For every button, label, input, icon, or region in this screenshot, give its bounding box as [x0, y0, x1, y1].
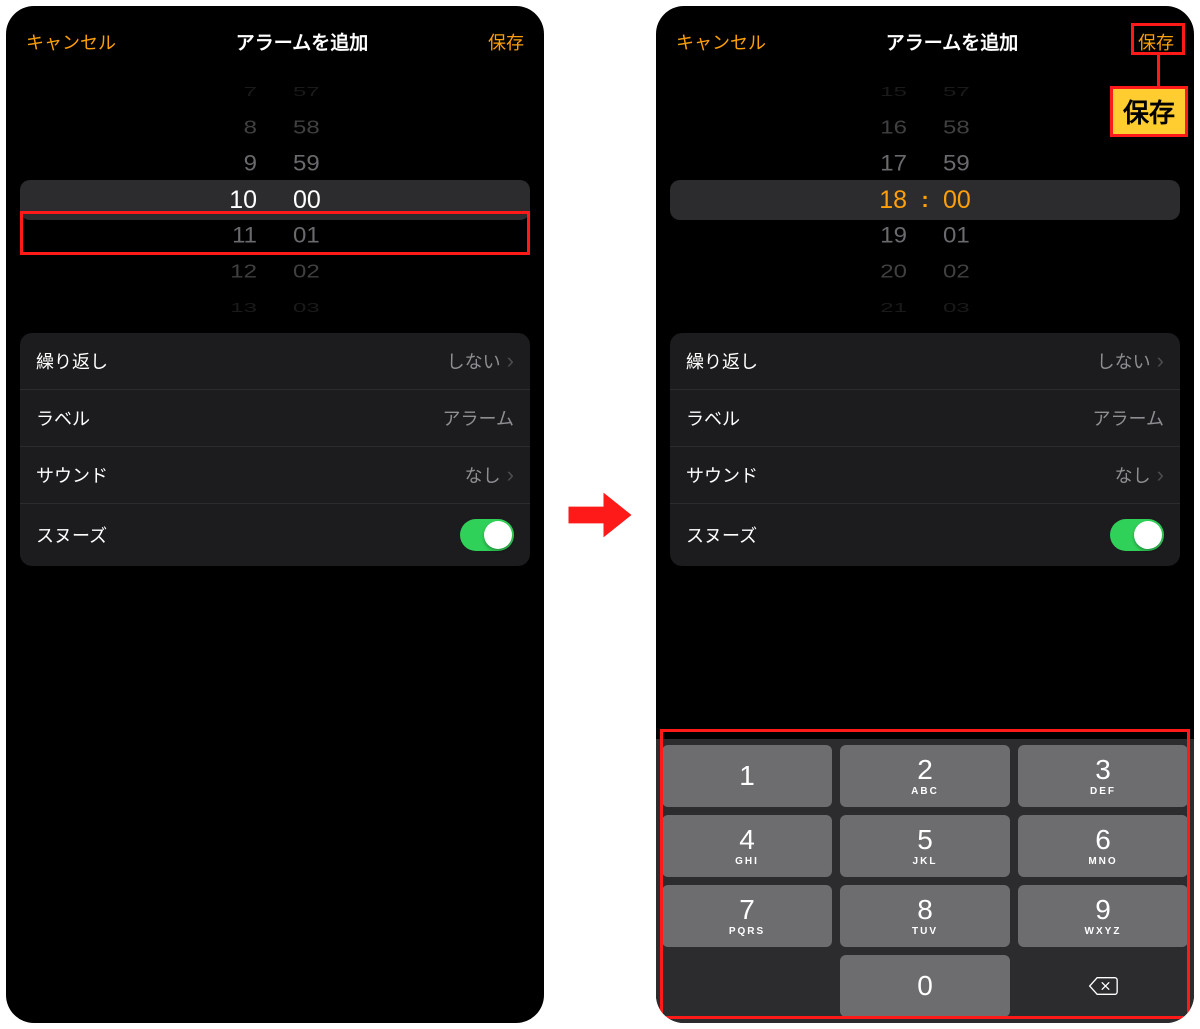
nav-bar: キャンセル アラームを追加 保存 [656, 6, 1194, 73]
label: 繰り返し [686, 348, 758, 374]
letters: MNO [1088, 856, 1117, 867]
letters: PQRS [729, 926, 765, 937]
letters: DEF [1090, 786, 1116, 797]
row-snooze: スヌーズ [670, 504, 1180, 566]
page-title: アラームを追加 [886, 28, 1018, 55]
key-blank [662, 955, 832, 1017]
row-label[interactable]: ラベル アラーム [20, 390, 530, 447]
row-sound[interactable]: サウンド なし › [20, 447, 530, 504]
backspace-icon [1088, 975, 1118, 997]
row-repeat[interactable]: 繰り返し しない › [670, 333, 1180, 390]
row-snooze: スヌーズ [20, 504, 530, 566]
value: なし [1115, 462, 1151, 488]
digit: 8 [917, 896, 933, 924]
letters: WXYZ [1085, 926, 1122, 937]
settings-list: 繰り返し しない › ラベル アラーム サウンド なし › スヌーズ [20, 333, 530, 566]
value: なし [465, 462, 501, 488]
transition-arrow [550, 0, 650, 1029]
row-label[interactable]: ラベル アラーム [670, 390, 1180, 447]
digit: 9 [1095, 896, 1111, 924]
label: スヌーズ [686, 522, 757, 548]
hour-wheel[interactable]: 15 16 17 18 19 20 21 [837, 81, 925, 319]
digit: 0 [917, 972, 933, 1000]
letters: ABC [911, 786, 939, 797]
key-8[interactable]: 8 TUV [840, 885, 1010, 947]
label: サウンド [36, 462, 108, 488]
key-6[interactable]: 6 MNO [1018, 815, 1188, 877]
chevron-right-icon: › [1157, 464, 1164, 486]
value: しない [1097, 348, 1151, 374]
cancel-button[interactable]: キャンセル [26, 29, 116, 55]
letters: TUV [912, 926, 938, 937]
value: アラーム [443, 405, 514, 431]
save-button[interactable]: 保存 [1138, 29, 1174, 55]
key-9[interactable]: 9 WXYZ [1018, 885, 1188, 947]
key-0[interactable]: 0 [840, 955, 1010, 1017]
label: ラベル [686, 405, 740, 431]
chevron-right-icon: › [507, 464, 514, 486]
page-title: アラームを追加 [236, 28, 368, 55]
key-1[interactable]: 1 [662, 745, 832, 807]
row-sound[interactable]: サウンド なし › [670, 447, 1180, 504]
digit: 6 [1095, 826, 1111, 854]
numeric-keypad: 1 2 ABC 3 DEF 4 GHI 5 JKL 6 MNO 7 PQRS 8 TUV 9 WXYZ 0 [656, 739, 1194, 1023]
time-colon: : [915, 182, 935, 218]
digit: 3 [1095, 756, 1111, 784]
digit: 1 [739, 762, 755, 790]
value: しない [447, 348, 501, 374]
chevron-right-icon: › [507, 350, 514, 372]
snooze-toggle[interactable] [460, 519, 514, 551]
backspace-key[interactable] [1018, 955, 1188, 1017]
cancel-button[interactable]: キャンセル [676, 29, 766, 55]
letters: JKL [913, 856, 938, 867]
annotation-connector [1157, 55, 1160, 89]
digit: 2 [917, 756, 933, 784]
phone-panel-left: キャンセル アラームを追加 保存 7 8 9 10 11 12 13 57 58… [6, 6, 544, 1023]
nav-bar: キャンセル アラームを追加 保存 [6, 6, 544, 73]
key-4[interactable]: 4 GHI [662, 815, 832, 877]
snooze-toggle[interactable] [1110, 519, 1164, 551]
arrow-right-icon [565, 480, 635, 550]
settings-list: 繰り返し しない › ラベル アラーム サウンド なし › スヌーズ [670, 333, 1180, 566]
label: スヌーズ [36, 522, 107, 548]
key-2[interactable]: 2 ABC [840, 745, 1010, 807]
digit: 4 [739, 826, 755, 854]
annotation-callout-save: 保存 [1110, 86, 1188, 137]
letters: GHI [735, 856, 759, 867]
hour-wheel[interactable]: 7 8 9 10 11 12 13 [187, 81, 275, 319]
chevron-right-icon: › [1157, 350, 1164, 372]
value: アラーム [1093, 405, 1164, 431]
row-repeat[interactable]: 繰り返し しない › [20, 333, 530, 390]
phone-panel-right: キャンセル アラームを追加 保存 : 15 16 17 18 19 20 21 … [656, 6, 1194, 1023]
label: ラベル [36, 405, 90, 431]
key-3[interactable]: 3 DEF [1018, 745, 1188, 807]
minute-wheel[interactable]: 57 58 59 00 01 02 03 [275, 81, 363, 319]
label: 繰り返し [36, 348, 108, 374]
label: サウンド [686, 462, 758, 488]
digit: 5 [917, 826, 933, 854]
key-7[interactable]: 7 PQRS [662, 885, 832, 947]
key-5[interactable]: 5 JKL [840, 815, 1010, 877]
save-button[interactable]: 保存 [488, 29, 524, 55]
minute-wheel[interactable]: 57 58 59 00 01 02 03 [925, 81, 1013, 319]
time-picker[interactable]: 7 8 9 10 11 12 13 57 58 59 00 01 02 03 [6, 81, 544, 319]
digit: 7 [739, 896, 755, 924]
